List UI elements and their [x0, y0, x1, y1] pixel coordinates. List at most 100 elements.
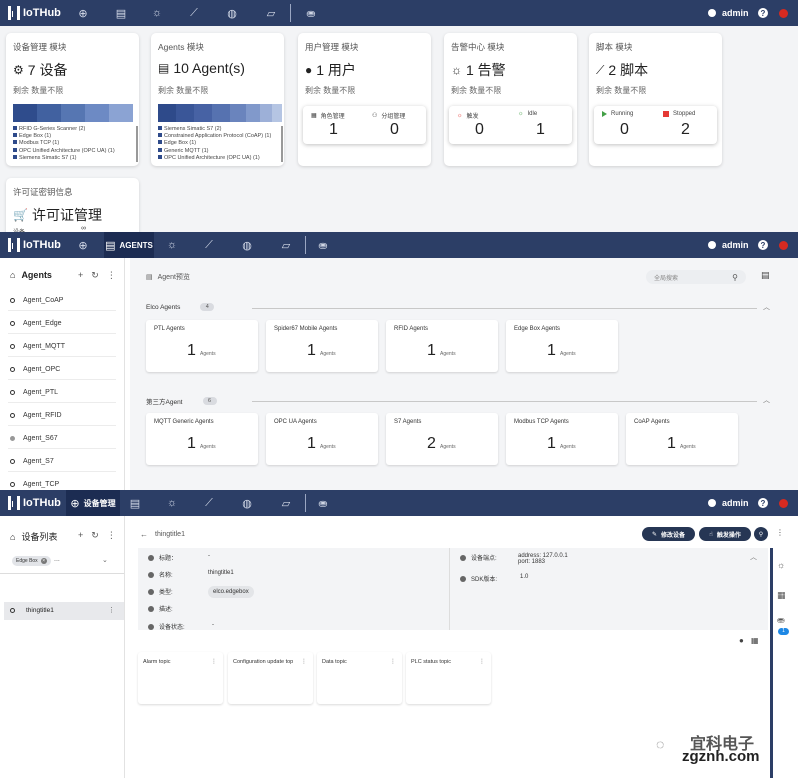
alarm-side-icon[interactable]: ☼: [777, 560, 785, 570]
nav-alarm-icon[interactable]: ☼: [161, 232, 183, 258]
search-input[interactable]: 全局搜索 ⚲: [646, 270, 746, 284]
alarm-triggered[interactable]: ☼ 触发 0: [449, 106, 510, 144]
topic-card[interactable]: Data topic ⋮: [317, 652, 402, 704]
nav-alarm-icon[interactable]: ☼: [161, 490, 183, 516]
agent-card[interactable]: OPC UA Agents 1 Agents: [266, 413, 378, 465]
brand-logo[interactable]: IoTHub: [8, 232, 61, 258]
sidebar-item[interactable]: Agent_RFID: [10, 408, 62, 422]
add-icon[interactable]: +: [78, 530, 83, 541]
nav-agents-icon[interactable]: ▤: [124, 490, 146, 516]
nav-world-icon[interactable]: ◍: [236, 232, 258, 258]
device-module-card[interactable]: 设备管理 模块 ⚙ 7 设备 剩余 数量不限 RFID G-Series Scan…: [6, 33, 139, 166]
agent-card[interactable]: MQTT Generic Agents 1 Agents: [146, 413, 258, 465]
add-icon[interactable]: +: [78, 270, 83, 281]
nav-agents-icon[interactable]: ▤: [110, 0, 132, 26]
trigger-action-button[interactable]: ☝ 触发操作: [699, 527, 751, 541]
nav-trend-icon[interactable]: ⟋: [198, 490, 220, 516]
nav-tag-icon[interactable]: ▱: [260, 0, 282, 26]
table-icon[interactable]: ▦: [751, 636, 759, 645]
more-icon[interactable]: ⋮: [301, 658, 307, 665]
alarm-module-card[interactable]: 告警中心 模块 ☼ 1 告警 剩余 数量不限 ☼ 触发 0 ☼ Idle 1: [444, 33, 577, 166]
agent-card[interactable]: Modbus TCP Agents 1 Agents: [506, 413, 618, 465]
agent-card[interactable]: Spider67 Mobile Agents 1 Agents: [266, 320, 378, 372]
collapse-icon[interactable]: ︿: [750, 552, 757, 562]
topic-card[interactable]: Alarm topic ⋮: [138, 652, 223, 704]
help-icon[interactable]: ?: [758, 232, 768, 258]
sidebar-item[interactable]: Agent_PTL: [10, 385, 58, 399]
more-icon[interactable]: ⋮: [776, 528, 784, 537]
brand-logo[interactable]: IoTHub: [8, 0, 61, 26]
field-label: 标题：: [148, 553, 177, 562]
language-flag-icon[interactable]: [779, 0, 788, 26]
sidebar-item[interactable]: Agent_CoAP: [10, 293, 63, 307]
nav-home-icon[interactable]: ⊕: [72, 232, 94, 258]
search-button[interactable]: ⚲: [754, 527, 768, 541]
agent-card[interactable]: CoAP Agents 1 Agents: [626, 413, 738, 465]
script-stopped[interactable]: Stopped 2: [655, 106, 716, 144]
nav-tag-icon[interactable]: ▱: [275, 232, 297, 258]
list-view-icon[interactable]: ▤: [761, 270, 770, 281]
agent-card[interactable]: RFID Agents 1 Agents: [386, 320, 498, 372]
language-flag-icon[interactable]: [779, 490, 788, 516]
alarm-idle[interactable]: ☼ Idle 1: [510, 106, 571, 144]
more-icon[interactable]: ⋮: [107, 270, 116, 281]
nav-agents-tab[interactable]: ▤ AGENTS: [104, 232, 154, 258]
more-icon[interactable]: ⋮: [107, 530, 116, 541]
device-side-icon[interactable]: ⛂: [777, 615, 785, 626]
nav-world-icon[interactable]: ◍: [236, 490, 258, 516]
nav-device-icon[interactable]: ⛂: [300, 0, 322, 26]
nav-trend-icon[interactable]: ⟋: [198, 232, 220, 258]
legend-scrollbar[interactable]: [281, 126, 283, 162]
edit-device-button[interactable]: ✎ 修改设备: [642, 527, 695, 541]
nav-device-icon[interactable]: ⛂: [312, 232, 334, 258]
topic-card[interactable]: Configuration update top ⋮: [228, 652, 313, 704]
agent-card[interactable]: PTL Agents 1 Agents: [146, 320, 258, 372]
more-icon[interactable]: ⋮: [390, 658, 396, 665]
refresh-icon[interactable]: ↻: [91, 270, 99, 281]
license-card[interactable]: 许可证密钥信息 🛒许可证管理 设备 ∞: [6, 178, 139, 232]
chip-close-icon[interactable]: ×: [40, 558, 47, 564]
nav-home-icon[interactable]: ⊕: [72, 0, 94, 26]
refresh-icon[interactable]: ↻: [91, 530, 99, 541]
calendar-icon[interactable]: ▦: [777, 590, 786, 601]
user-module-card[interactable]: 用户管理 模块 ● 1 用户 剩余 数量不限 ▦ 角色管理 1 ⚇ 分组管理 0: [298, 33, 431, 166]
script-module-card[interactable]: 脚本 模块 ⟋ 2 脚本 剩余 数量不限 Running 0 Stopped 2: [589, 33, 722, 166]
agents-module-card[interactable]: Agents 模块 ▤ 10 Agent(s) 剩余 数量不限 Siemens S…: [151, 33, 284, 166]
collapse-icon[interactable]: ︿: [763, 395, 770, 405]
agent-card[interactable]: Edge Box Agents 1 Agents: [506, 320, 618, 372]
back-arrow-icon[interactable]: ←: [140, 530, 148, 539]
user-menu[interactable]: admin: [708, 490, 749, 516]
sidebar-item[interactable]: Agent_S67: [10, 431, 58, 445]
help-icon[interactable]: ?: [758, 490, 768, 516]
filter-dropdown-icon[interactable]: ⌄: [102, 556, 108, 564]
more-icon[interactable]: ⋮: [211, 658, 217, 665]
sidebar-item[interactable]: Agent_OPC: [10, 362, 60, 376]
nav-world-icon[interactable]: ◍: [221, 0, 243, 26]
device-list-item[interactable]: thingtitle1 ⋮: [4, 602, 124, 620]
user-menu[interactable]: admin: [708, 0, 749, 26]
agent-card[interactable]: S7 Agents 2 Agents: [386, 413, 498, 465]
user-menu[interactable]: admin: [708, 232, 749, 258]
topic-card[interactable]: PLC status topic ⋮: [406, 652, 491, 704]
info-circle-icon[interactable]: ●: [739, 636, 744, 645]
brand-logo[interactable]: IoTHub: [8, 490, 61, 516]
sidebar-item[interactable]: Agent_MQTT: [10, 339, 65, 353]
legend-scrollbar[interactable]: [136, 126, 138, 162]
nav-tag-icon[interactable]: ▱: [275, 490, 297, 516]
nav-trend-icon[interactable]: ⟋: [183, 0, 205, 26]
group-management[interactable]: ⚇ 分组管理 0: [364, 106, 425, 144]
nav-device-icon[interactable]: ⛂: [312, 490, 334, 516]
sidebar-item[interactable]: Agent_TCP: [10, 477, 59, 490]
nav-alarm-icon[interactable]: ☼: [146, 0, 168, 26]
role-management[interactable]: ▦ 角色管理 1: [303, 106, 364, 144]
filter-chip[interactable]: Edge Box ×: [12, 556, 51, 566]
language-flag-icon[interactable]: [779, 232, 788, 258]
more-icon[interactable]: ⋮: [479, 658, 485, 665]
collapse-icon[interactable]: ︿: [763, 302, 770, 312]
nav-device-management-tab[interactable]: ⊕ 设备管理: [66, 490, 120, 516]
script-running[interactable]: Running 0: [594, 106, 655, 144]
sidebar-item[interactable]: Agent_Edge: [10, 316, 62, 330]
help-icon[interactable]: ?: [758, 0, 768, 26]
more-icon[interactable]: ⋮: [108, 606, 115, 614]
sidebar-item[interactable]: Agent_S7: [10, 454, 54, 468]
